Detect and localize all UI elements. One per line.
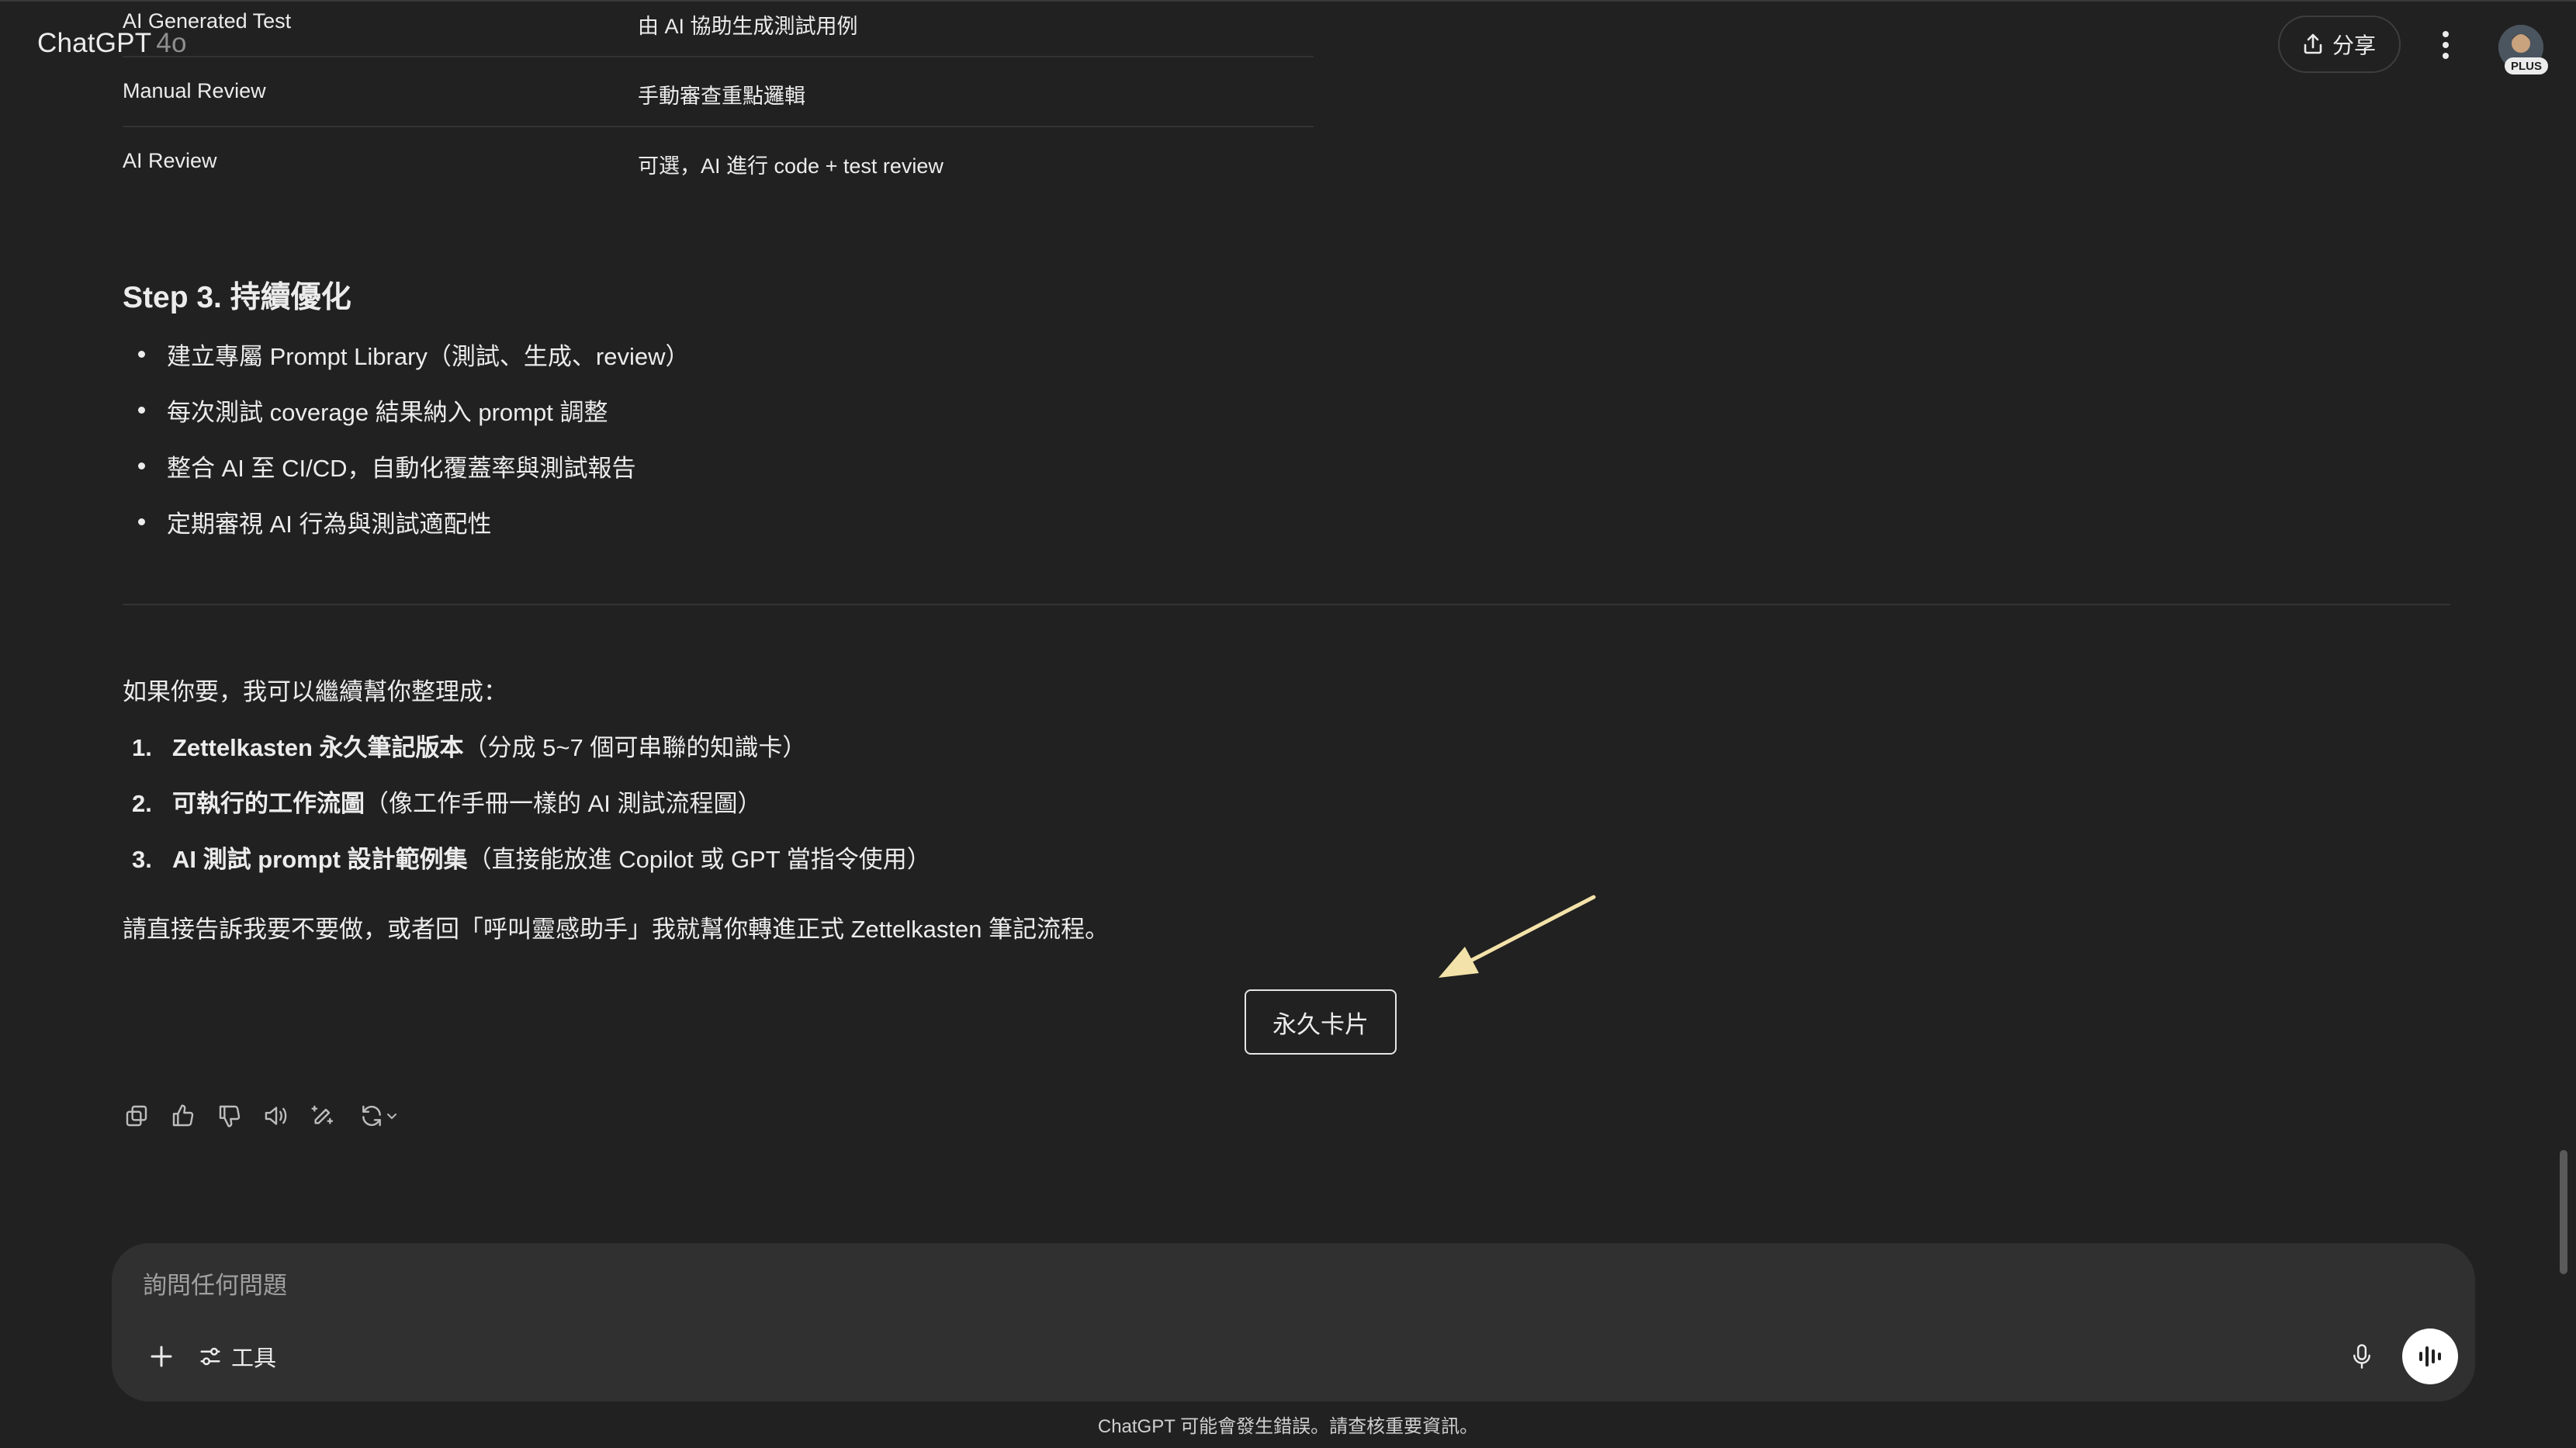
voice-mode-button[interactable] [2402,1328,2458,1384]
more-vertical-icon [2442,31,2450,59]
tools-label: 工具 [231,1346,277,1371]
thumbs-down-button[interactable] [214,1100,245,1131]
followup-closing: 請直接告訴我要不要做，或者回「呼叫靈感助手」我就幫你轉進正式 Zettelkas… [123,916,1110,943]
plus-icon [149,1344,174,1369]
numbered-item: 2. 可執行的工作流圖（像工作手冊一樣的 AI 測試流程圖） [132,784,762,819]
waveform-icon [2417,1345,2443,1368]
list-item-text: 定期審視 AI 行為與測試適配性 [167,511,492,538]
thumbs-up-icon [171,1103,196,1128]
annotation-arrow-icon [1428,891,1598,984]
item-text: （分成 5~7 個可串聯的知識卡） [463,734,807,761]
bullet-dot [138,351,145,358]
table-cell-value: 手動審查重點邏輯 [638,85,805,108]
table-cell-name: AI Review [123,149,217,172]
bullet-dot [138,518,145,525]
item-text: （像工作手冊一樣的 AI 測試流程圖） [365,790,762,817]
table-row: AI Generated Test 由 AI 協助生成測試用例 [123,0,1314,57]
share-icon [2303,33,2323,55]
numbered-item: 3. AI 測試 prompt 設計範例集（直接能放進 Copilot 或 GPT… [132,840,931,875]
item-number: 1. [132,734,152,761]
permanent-card-label: 永久卡片 [1245,989,1397,1055]
table-row: AI Review 可選，AI 進行 code + test review [123,126,1314,196]
pencil-sparkle-icon [310,1103,335,1128]
brand-name: ChatGPT [37,28,152,58]
share-button[interactable]: 分享 [2278,16,2401,73]
thumbs-up-button[interactable] [168,1100,199,1131]
copy-button[interactable] [121,1100,152,1131]
thumbs-down-icon [217,1103,242,1128]
item-bold-text: AI 測試 prompt 設計範例集 [172,846,468,873]
list-item-text: 每次測試 coverage 結果納入 prompt 調整 [167,399,608,426]
speaker-icon [263,1103,289,1128]
prompt-input[interactable] [141,1265,2317,1307]
regenerate-button[interactable] [354,1100,405,1131]
item-number: 3. [132,846,152,873]
numbered-item: 1. Zettelkasten 永久筆記版本（分成 5~7 個可串聯的知識卡） [132,728,806,763]
item-text: （直接能放進 Copilot 或 GPT 當指令使用） [467,846,931,873]
tools-button[interactable]: 工具 [199,1336,276,1377]
app-title[interactable]: ChatGPT 4o [37,28,187,59]
scrollbar-thumb[interactable] [2560,1150,2567,1274]
bullet-dot [138,407,145,414]
more-options-button[interactable] [2429,23,2463,67]
list-item: 每次測試 coverage 結果納入 prompt 調整 [138,393,608,428]
edit-canvas-button[interactable] [307,1100,338,1131]
section-heading: Step 3. 持續優化 [123,281,351,314]
copy-icon [124,1103,149,1128]
model-name: 4o [156,28,187,58]
share-label: 分享 [2332,33,2376,57]
disclaimer-note: ChatGPT 可能會發生錯誤。請查核重要資訊。 [1097,1416,1479,1437]
list-item: 建立專屬 Prompt Library（測試、生成、review） [138,337,689,372]
list-item: 定期審視 AI 行為與測試適配性 [138,504,492,539]
read-aloud-button[interactable] [261,1100,292,1131]
table-cell-value: 可選，AI 進行 code + test review [638,154,943,178]
list-item: 整合 AI 至 CI/CD，自動化覆蓋率與測試報告 [138,449,636,483]
table-cell-name: Manual Review [123,79,266,102]
table-cell-value: 由 AI 協助生成測試用例 [638,15,858,38]
bullet-dot [138,462,145,469]
followup-intro: 如果你要，我可以繼續幫你整理成： [123,678,507,705]
add-attachment-button[interactable] [138,1333,185,1380]
sliders-icon [199,1345,222,1368]
list-item-text: 整合 AI 至 CI/CD，自動化覆蓋率與測試報告 [167,455,636,482]
item-bold-text: Zettelkasten 永久筆記版本 [172,734,464,761]
section-divider [123,604,2450,605]
chevron-down-icon [384,1108,400,1124]
plan-badge: PLUS [2505,57,2549,74]
list-item-text: 建立專屬 Prompt Library（測試、生成、review） [167,343,690,370]
microphone-icon [2350,1343,2373,1370]
composer: 工具 [112,1243,2475,1401]
item-bold-text: 可執行的工作流圖 [172,790,365,817]
table-row: Manual Review 手動審查重點邏輯 [123,56,1314,127]
item-number: 2. [132,790,152,817]
dictate-button[interactable] [2340,1335,2384,1378]
refresh-icon [359,1103,384,1128]
